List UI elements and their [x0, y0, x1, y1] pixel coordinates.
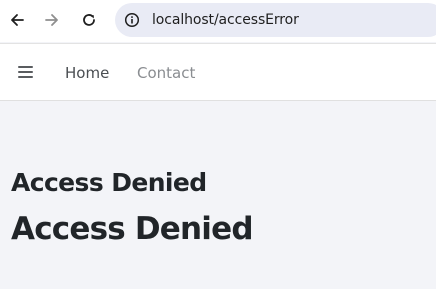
- nav-link-home[interactable]: Home: [65, 64, 109, 82]
- reload-button[interactable]: [79, 10, 99, 30]
- url-text[interactable]: localhost/accessError: [152, 12, 299, 28]
- arrow-left-icon: [11, 14, 24, 26]
- browser-toolbar: localhost/accessError: [0, 0, 436, 42]
- hamburger-icon[interactable]: [18, 65, 34, 79]
- page-heading-small: Access Denied: [11, 168, 207, 197]
- arrow-right-icon: [45, 14, 58, 26]
- nav-link-contact[interactable]: Contact: [137, 64, 195, 82]
- back-button[interactable]: [7, 10, 27, 30]
- forward-button[interactable]: [42, 10, 62, 30]
- page-heading-large: Access Denied: [11, 211, 254, 247]
- site-navbar: Home Contact: [0, 43, 436, 101]
- info-icon[interactable]: [123, 11, 141, 29]
- address-bar[interactable]: localhost/accessError: [115, 3, 436, 37]
- reload-icon: [83, 14, 95, 26]
